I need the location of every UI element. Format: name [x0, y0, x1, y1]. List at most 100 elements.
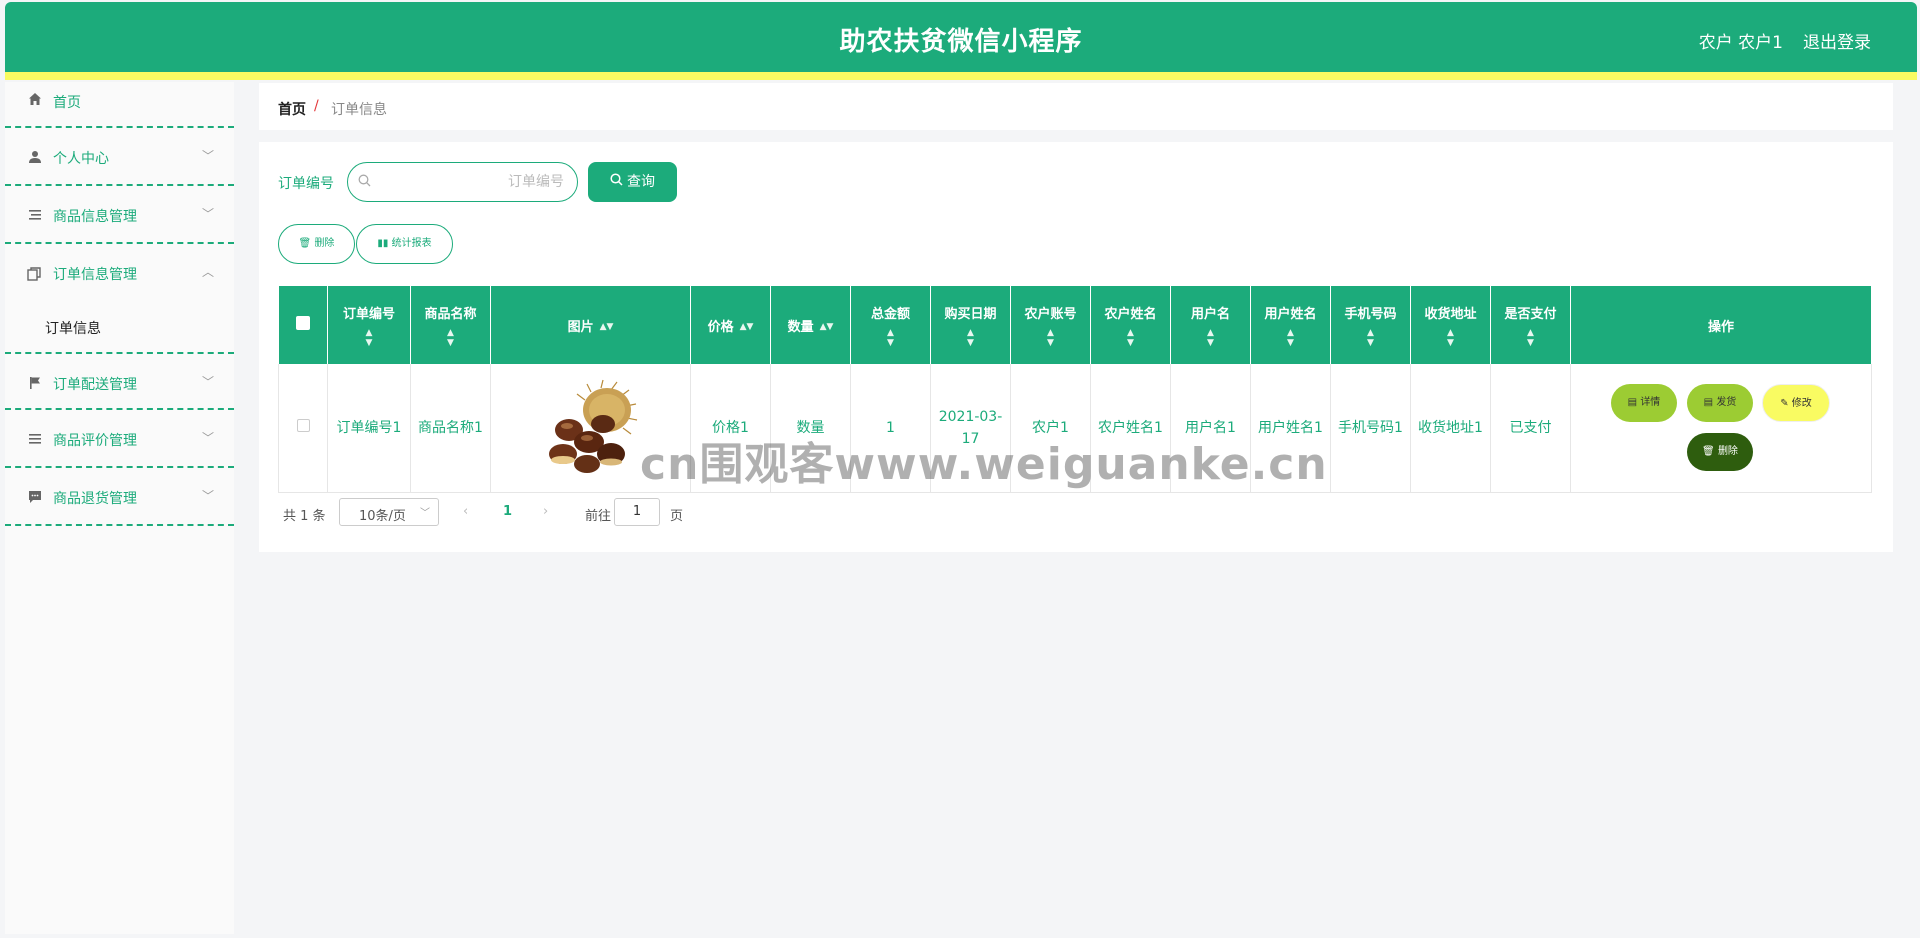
ship-button-label: 发货 — [1716, 397, 1737, 408]
cell-product: 商品名称1 — [410, 364, 491, 493]
sort-icon[interactable]: ▲▼ — [328, 328, 410, 348]
sidebar-item-orders[interactable]: 订单信息管理 ︿ — [5, 244, 234, 302]
search-icon — [358, 174, 371, 191]
detail-button-label: 详情 — [1640, 397, 1661, 408]
sidebar-item-label: 订单信息管理 — [53, 267, 137, 283]
prev-page-icon[interactable]: ‹ — [463, 504, 468, 519]
detail-button[interactable]: ▤ 详情 — [1611, 384, 1677, 422]
search-field[interactable] — [347, 162, 578, 202]
goto-label: 前往 — [585, 509, 612, 524]
sidebar-item-label: 商品退货管理 — [53, 491, 137, 507]
chevron-down-icon: ﹀ — [201, 489, 214, 503]
col-image[interactable]: 图片 ▲▼ — [490, 286, 691, 364]
sort-icon[interactable]: ▲▼ — [740, 322, 754, 332]
sidebar-subitem-order-info[interactable]: 订单信息 — [5, 302, 234, 352]
sidebar-subitem-label: 订单信息 — [45, 321, 101, 337]
delete-button[interactable]: 🗑 删除 — [1687, 433, 1753, 471]
sidebar-item-products[interactable]: 商品信息管理 ﹀ — [5, 186, 234, 244]
sidebar-item-delivery[interactable]: 订单配送管理 ﹀ — [5, 352, 234, 410]
page-size-value: 10条/页 — [359, 509, 406, 524]
document-icon: ▤ — [1703, 397, 1714, 408]
col-user-name[interactable]: 用户姓名 ▲ ▼ — [1250, 286, 1331, 364]
sidebar-item-label: 订单配送管理 — [53, 377, 137, 393]
menu-icon — [27, 432, 43, 448]
goto-page-input[interactable]: 1 — [614, 498, 660, 526]
col-farmer-name[interactable]: 农户姓名 ▲ ▼ — [1090, 286, 1171, 364]
cell-order-no: 订单编号1 — [327, 364, 411, 493]
sort-icon[interactable]: ▲▼ — [1251, 328, 1330, 348]
sort-icon[interactable]: ▲▼ — [1411, 328, 1490, 348]
sidebar-item-reviews[interactable]: 商品评价管理 ﹀ — [5, 410, 234, 468]
select-all-header[interactable] — [278, 286, 328, 364]
chevron-up-icon: ︿ — [201, 265, 214, 279]
pencil-icon: ✎ — [1780, 398, 1789, 409]
breadcrumb: 首页 / 订单信息 — [259, 83, 1893, 130]
col-total[interactable]: 总金额 ▲ ▼ — [850, 286, 931, 364]
col-actions: 操作 — [1570, 286, 1872, 364]
batch-delete-label: 删除 — [314, 238, 335, 249]
col-date[interactable]: 购买日期 ▲ ▼ — [930, 286, 1011, 364]
search-input[interactable] — [378, 171, 564, 193]
col-paid[interactable]: 是否支付 ▲ ▼ — [1490, 286, 1571, 364]
sort-icon[interactable]: ▲▼ — [820, 322, 834, 332]
col-username[interactable]: 用户名 ▲ ▼ — [1170, 286, 1251, 364]
search-icon — [610, 162, 623, 202]
current-user: 农户 农户1 — [1698, 33, 1783, 53]
stats-report-label: 统计报表 — [391, 238, 432, 249]
query-button[interactable]: 查询 — [588, 162, 677, 202]
col-farmer-account[interactable]: 农户账号 ▲ ▼ — [1010, 286, 1091, 364]
page-number[interactable]: 1 — [503, 504, 512, 519]
row-select-cell — [278, 364, 328, 493]
sidebar-item-returns[interactable]: 商品退货管理 ﹀ — [5, 468, 234, 526]
pagination-total: 共 1 条 — [283, 509, 326, 524]
breadcrumb-current: 订单信息 — [331, 102, 387, 118]
chevron-down-icon: ﹀ — [201, 207, 214, 221]
col-phone[interactable]: 手机号码 ▲ ▼ — [1330, 286, 1411, 364]
stats-report-button[interactable]: ▮▮ 统计报表 — [356, 224, 453, 264]
sidebar: 首页 个人中心 ﹀ 商品信息管理 ﹀ 订单信息管理 ︿ 订单信息 订单配送管理 … — [5, 82, 234, 934]
col-qty[interactable]: 数量 ▲▼ — [770, 286, 851, 364]
chevron-down-icon: ﹀ — [201, 375, 214, 389]
product-image[interactable] — [540, 378, 641, 478]
chevron-down-icon: ﹀ — [201, 149, 214, 163]
breadcrumb-home[interactable]: 首页 — [278, 99, 306, 119]
select-all-checkbox[interactable] — [295, 316, 310, 330]
sort-icon[interactable]: ▲▼ — [1091, 328, 1170, 348]
sort-icon[interactable]: ▲▼ — [851, 328, 930, 348]
document-icon: ▤ — [1627, 397, 1638, 408]
flag-icon — [27, 376, 43, 392]
chevron-down-icon: ﹀ — [201, 431, 214, 445]
col-product[interactable]: 商品名称 ▲ ▼ — [410, 286, 491, 364]
sort-icon[interactable]: ▲▼ — [931, 328, 1010, 348]
sort-icon[interactable]: ▲▼ — [600, 322, 614, 332]
col-order-no[interactable]: 订单编号 ▲ ▼ — [327, 286, 411, 364]
page-size-select[interactable]: 10条/页 ﹀ — [339, 498, 439, 526]
logout-button[interactable]: 退出登录 — [1803, 28, 1871, 53]
sidebar-item-home[interactable]: 首页 — [5, 82, 234, 128]
cell-address: 收货地址1 — [1410, 364, 1491, 493]
sidebar-item-label: 商品评价管理 — [53, 433, 137, 449]
user-icon — [27, 150, 43, 166]
cell-actions: ▤ 详情 ▤ 发货 ✎ 修改 🗑 删除 — [1570, 364, 1872, 493]
trash-icon: 🗑 — [298, 238, 312, 249]
sidebar-item-profile[interactable]: 个人中心 ﹀ — [5, 128, 234, 186]
sort-icon[interactable]: ▲▼ — [1011, 328, 1090, 348]
col-address[interactable]: 收货地址 ▲ ▼ — [1410, 286, 1491, 364]
ship-button[interactable]: ▤ 发货 — [1687, 384, 1753, 422]
sort-icon[interactable]: ▲▼ — [411, 328, 490, 348]
edit-button[interactable]: ✎ 修改 — [1762, 384, 1830, 422]
trash-icon: 🗑 — [1702, 446, 1715, 457]
sidebar-item-label: 首页 — [53, 95, 81, 111]
row-actions: ▤ 详情 ▤ 发货 ✎ 修改 🗑 删除 — [1571, 364, 1871, 492]
sort-icon[interactable]: ▲▼ — [1331, 328, 1410, 348]
batch-delete-button[interactable]: 🗑 删除 — [278, 224, 355, 264]
search-label: 订单编号 — [278, 176, 334, 192]
sort-icon[interactable]: ▲▼ — [1491, 328, 1570, 348]
edit-button-label: 修改 — [1791, 398, 1812, 409]
sort-icon[interactable]: ▲▼ — [1171, 328, 1250, 348]
next-page-icon[interactable]: › — [543, 504, 548, 519]
home-icon — [27, 92, 43, 108]
row-checkbox[interactable] — [296, 419, 310, 432]
col-price[interactable]: 价格 ▲▼ — [690, 286, 771, 364]
cell-paid: 已支付 — [1490, 364, 1571, 493]
